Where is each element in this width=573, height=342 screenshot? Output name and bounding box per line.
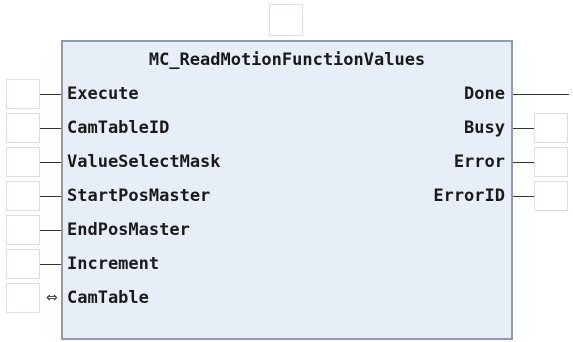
input-pin-execute: Execute (67, 84, 139, 104)
input-variable-box-camtableid[interactable] (6, 113, 40, 143)
output-wire-error (513, 162, 534, 163)
output-pin-errorid: ErrorID (433, 186, 505, 206)
input-variable-box-endposmaster[interactable] (6, 215, 40, 245)
output-variable-box-error[interactable] (534, 147, 568, 177)
instance-name-box[interactable] (269, 4, 303, 36)
output-pin-busy: Busy (464, 118, 505, 138)
input-wire-startposmaster (40, 196, 61, 197)
input-pin-startposmaster: StartPosMaster (67, 186, 211, 206)
output-wire-errorid (513, 196, 534, 197)
input-variable-box-startposmaster[interactable] (6, 181, 40, 211)
input-wire-valueselectmask (40, 162, 61, 163)
input-variable-box-increment[interactable] (6, 249, 40, 279)
input-variable-box-valueselectmask[interactable] (6, 147, 40, 177)
output-wire-busy (513, 128, 534, 129)
input-wire-increment (40, 264, 61, 265)
input-wire-execute (40, 94, 61, 95)
output-variable-box-busy[interactable] (534, 113, 568, 143)
input-variable-box-execute[interactable] (6, 79, 40, 109)
input-pin-valueselectmask: ValueSelectMask (67, 152, 221, 172)
inout-pin-camtable: CamTable (67, 288, 149, 308)
input-pin-increment: Increment (67, 254, 160, 274)
function-block-title: MC_ReadMotionFunctionValues (148, 50, 426, 70)
output-variable-box-errorid[interactable] (534, 181, 568, 211)
output-pin-error: Error (453, 152, 505, 172)
inout-variable-box-camtable[interactable] (6, 283, 40, 313)
input-pin-camtableid: CamTableID (67, 118, 170, 138)
function-block[interactable]: MC_ReadMotionFunctionValues Execute CamT… (61, 40, 513, 340)
input-wire-endposmaster (40, 230, 61, 231)
input-wire-camtableid (40, 128, 61, 129)
output-pin-done: Done (464, 84, 505, 104)
bidirectional-arrow-icon: ⇔ (46, 290, 58, 306)
input-pin-endposmaster: EndPosMaster (67, 220, 190, 240)
output-wire-done (513, 94, 569, 95)
